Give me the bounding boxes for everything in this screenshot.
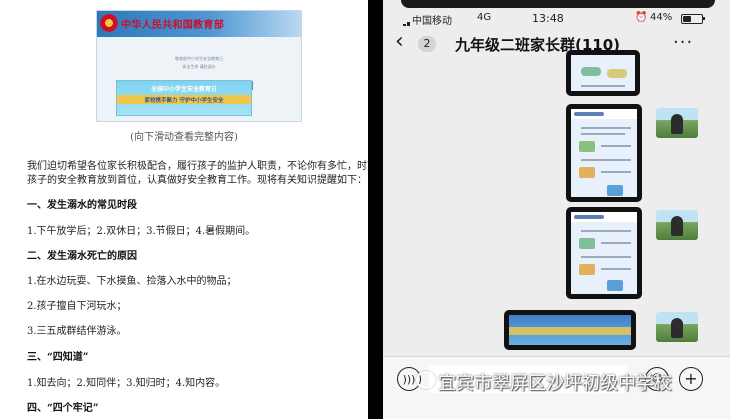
card-header [571,109,637,119]
chat-header: ‹ 2 九年级二班家长群(110) ··· [383,26,730,62]
ministry-subtitle: 教育部中小学生安全教育日 [175,56,223,61]
section-heading-2: 二、发生溺水死亡的原因 [27,251,137,262]
card-text-line [581,230,631,232]
card-text-line [601,145,631,147]
wechat-channel-icon [416,371,436,389]
section-item-2-3: 3.三五成群结伴游泳。 [27,326,127,337]
image-message-4[interactable] [504,310,636,350]
card-thumbnail [579,238,595,249]
card-text-line [581,85,625,87]
status-bar: 中国移动 4G 13:48 ⏰ 44% [383,0,730,31]
card-header [571,212,637,222]
card-text-line [601,268,631,270]
battery-icon [681,14,703,24]
card-thumbnail [579,141,595,152]
card-thumbnail [579,264,595,275]
card-illustration [607,69,627,78]
phone-top-bezel [401,0,715,8]
safety-banner-slogan: 家校携手聚力 守护中小学生安全 [144,98,224,104]
ministry-title: 中华人民共和国教育部 [121,20,224,31]
unread-count-badge[interactable]: 2 [418,36,436,52]
card-banner-band [509,327,631,335]
card-thumbnail [607,280,623,291]
more-options-icon[interactable]: ··· [673,32,693,53]
network-type: 4G [477,12,492,23]
section-heading-3: 三、“四知道” [27,352,89,363]
section-item-2-2: 2.孩子擅自下河玩水； [27,301,127,312]
scroll-caption: (向下滑动查看完整内容) [130,132,238,143]
intro-line-2: 孩子的安全教育放到首位，认真做好安全教育工作。现将有关知识提醒如下： [27,175,367,186]
section-heading-4: 四、“四个牢记” [27,403,99,414]
card-text-line [601,171,631,173]
card-text-line [601,242,631,244]
plus-icon[interactable]: + [679,367,703,391]
image-message-2[interactable] [566,104,642,202]
card-text-line [581,159,631,161]
panel-divider [368,0,383,419]
section-text-3: 1.知去向；2.知同伴；3.知归时；4.知内容。 [27,378,226,389]
alarm-icon: ⏰ [635,12,648,23]
card-thumbnail [579,167,595,178]
card-thumbnail [607,185,623,196]
national-emblem-icon [100,14,118,32]
watermark: 宜宾市翠屏区沙坪初级中学校 [416,369,672,395]
battery-percent: 44% [650,12,673,23]
card-text-line [581,256,631,258]
phone-chat-screen: 中国移动 4G 13:48 ⏰ 44% ‹ 2 九年级二班家长群(110) ··… [383,0,730,419]
document-panel: 中华人民共和国教育部 教育部中小学生安全教育日 安全生命 谨防溺水 全国中小学生… [0,0,368,419]
image-message-1[interactable] [566,50,640,96]
intro-line-1: 我们迫切希望各位家长积极配合，履行孩子的监护人职责，不论你有多忙，时刻把 [27,161,368,172]
carrier-label: 中国移动 [412,16,452,27]
section-item-2-1: 1.在水边玩耍、下水摸鱼、捡落入水中的物品； [27,276,237,287]
sender-avatar[interactable] [656,210,698,240]
section-heading-1: 一、发生溺水的常见时段 [27,200,137,211]
sender-avatar[interactable] [656,108,698,138]
battery-level-fill [683,16,691,22]
card-text-line [581,127,631,129]
card-illustration [581,67,601,76]
back-icon[interactable]: ‹ [395,30,404,54]
battery-cap [703,17,705,20]
watermark-text: 宜宾市翠屏区沙坪初级中学校 [438,373,672,394]
clock: 13:48 [532,12,564,25]
ministry-subtitle-2: 安全生命 谨防溺水 [182,64,216,69]
card-text-line [581,133,625,135]
section-text-1: 1.下午放学后；2.双休日；3.节假日；4.暑假期间。 [27,226,256,237]
image-message-3[interactable] [566,207,642,299]
sender-avatar[interactable] [656,312,698,342]
safety-day-banner: 全国中小学生安全教育日 家校携手聚力 守护中小学生安全 [116,80,252,116]
ministry-header-banner: 中华人民共和国教育部 [97,11,301,37]
safety-banner-title: 全国中小学生安全教育日 [150,86,217,93]
